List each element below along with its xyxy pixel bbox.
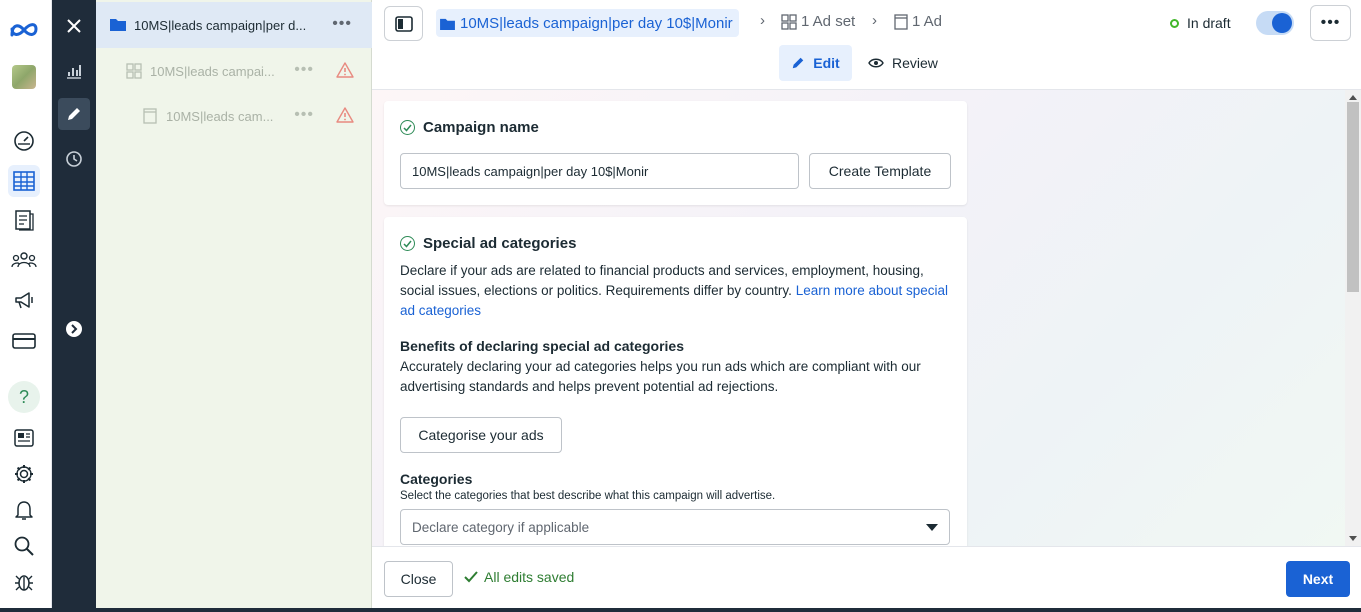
check-circle-icon — [400, 236, 415, 251]
status-label: In draft — [1187, 15, 1231, 31]
tree-ad-row[interactable]: 10MS|leads cam... ••• — [96, 93, 372, 139]
chevron-right-icon: › — [760, 12, 765, 29]
taskbar-strip — [0, 608, 1361, 612]
editor-tool-column — [52, 0, 96, 612]
more-options-icon[interactable]: ••• — [332, 16, 352, 32]
campaign-name-heading: Campaign name — [400, 119, 539, 136]
editor-top-bar: 10MS|leads campaign|per day 10$|Monir › … — [372, 0, 1361, 90]
pencil-icon — [793, 57, 804, 69]
campaign-name-title: Campaign name — [423, 119, 539, 136]
adset-grid-icon — [781, 13, 797, 30]
edit-icon[interactable] — [58, 98, 90, 130]
caret-down-icon — [926, 523, 938, 531]
sidebar-toggle-icon — [394, 15, 413, 32]
more-actions-button[interactable]: ••• — [1310, 5, 1351, 41]
category-select[interactable]: Declare category if applicable — [400, 509, 950, 545]
check-circle-icon — [400, 120, 415, 135]
more-options-icon[interactable]: ••• — [294, 62, 314, 78]
benefits-heading: Benefits of declaring special ad categor… — [400, 338, 684, 354]
special-categories-title: Special ad categories — [423, 235, 577, 252]
more-options-icon[interactable]: ••• — [294, 107, 314, 123]
ad-page-icon — [894, 13, 908, 30]
expand-icon[interactable] — [58, 313, 90, 345]
bug-report-icon[interactable] — [8, 566, 40, 598]
campaigns-megaphone-icon[interactable] — [8, 284, 40, 316]
tree-campaign-row[interactable]: 10MS|leads campaign|per d... ••• — [96, 2, 372, 48]
warning-icon — [336, 62, 354, 81]
categories-hint: Select the categories that best describe… — [400, 490, 776, 502]
breadcrumb-ad-label: 1 Ad — [912, 13, 943, 30]
charts-icon[interactable] — [58, 55, 90, 87]
status-dot-icon — [1170, 18, 1179, 28]
help-icon[interactable]: ? — [8, 381, 40, 413]
settings-icon[interactable] — [8, 458, 40, 490]
create-template-button[interactable]: Create Template — [809, 153, 951, 189]
scrollbar-thumb[interactable] — [1347, 102, 1359, 292]
tree-ad-label: 10MS|leads cam... — [166, 108, 274, 124]
save-status: All edits saved — [464, 569, 574, 585]
save-status-label: All edits saved — [484, 569, 575, 585]
campaign-tree-panel: 10MS|leads campaign|per d... ••• 10MS|le… — [96, 0, 372, 612]
search-icon[interactable] — [8, 530, 40, 562]
close-icon[interactable] — [58, 10, 90, 42]
ads-manager-icon[interactable] — [8, 165, 40, 197]
breadcrumb-campaign[interactable]: 10MS|leads campaign|per day 10$|Monir — [436, 9, 739, 37]
edit-mode-label: Edit — [813, 55, 840, 71]
pages-icon[interactable] — [8, 204, 40, 236]
checkmark-icon — [464, 571, 478, 583]
editor-main-area: Campaign name 10MS|leads campaign|per da… — [372, 90, 1361, 546]
close-button[interactable]: Close — [384, 561, 453, 597]
campaign-on-off-toggle[interactable] — [1256, 11, 1294, 35]
tree-adset-row[interactable]: 10MS|leads campai... ••• — [96, 48, 372, 94]
campaign-name-input[interactable]: 10MS|leads campaign|per day 10$|Monir — [400, 153, 799, 189]
editor-footer: Close All edits saved Next — [372, 546, 1361, 608]
audiences-icon[interactable] — [8, 244, 40, 276]
account-avatar[interactable] — [8, 61, 40, 93]
ad-page-icon — [143, 108, 157, 127]
adset-grid-icon — [126, 63, 142, 82]
toggle-panel-button[interactable] — [384, 6, 423, 41]
special-categories-heading: Special ad categories — [400, 235, 576, 252]
next-button[interactable]: Next — [1286, 561, 1350, 597]
scroll-up-arrow-icon[interactable] — [1349, 95, 1357, 100]
eye-icon — [868, 58, 884, 68]
scroll-down-arrow-icon[interactable] — [1349, 536, 1357, 541]
special-categories-description: Declare if your ads are related to finan… — [400, 261, 950, 321]
folder-icon — [440, 18, 455, 30]
category-select-placeholder: Declare category if applicable — [412, 519, 590, 535]
categorise-ads-button[interactable]: Categorise your ads — [400, 417, 562, 453]
history-icon[interactable] — [58, 143, 90, 175]
main-scrollbar[interactable] — [1345, 90, 1361, 546]
tree-campaign-label: 10MS|leads campaign|per d... — [134, 17, 307, 33]
breadcrumb-campaign-label: 10MS|leads campaign|per day 10$|Monir — [460, 14, 733, 32]
global-nav: ? — [0, 0, 52, 612]
dashboard-icon[interactable] — [8, 125, 40, 157]
notifications-icon[interactable] — [8, 494, 40, 526]
edit-mode-button[interactable]: Edit — [779, 45, 852, 81]
status-badge: In draft — [1170, 15, 1231, 31]
folder-icon — [110, 17, 126, 34]
breadcrumb-adset[interactable]: 1 Ad set — [781, 13, 855, 30]
special-ad-categories-card: Special ad categories Declare if your ad… — [384, 217, 967, 546]
review-mode-button[interactable]: Review — [868, 45, 938, 81]
benefits-text: Accurately declaring your ad categories … — [400, 359, 921, 394]
campaign-name-card: Campaign name 10MS|leads campaign|per da… — [384, 101, 967, 205]
news-icon[interactable] — [8, 422, 40, 454]
breadcrumb-adset-label: 1 Ad set — [801, 13, 856, 30]
tree-adset-label: 10MS|leads campai... — [150, 63, 275, 79]
breadcrumb-ad[interactable]: 1 Ad — [894, 13, 942, 30]
warning-icon — [336, 107, 354, 126]
billing-icon[interactable] — [8, 325, 40, 357]
chevron-right-icon: › — [872, 12, 877, 29]
review-mode-label: Review — [892, 55, 938, 71]
meta-logo[interactable] — [8, 14, 40, 46]
categories-heading: Categories — [400, 471, 473, 487]
